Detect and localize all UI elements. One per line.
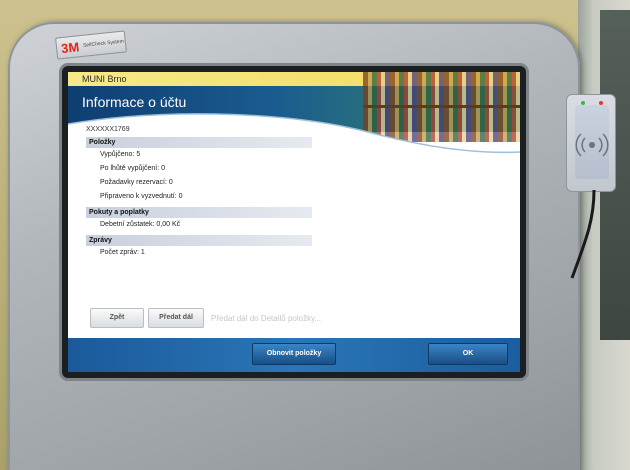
contactless-icon <box>575 133 609 157</box>
forward-button[interactable]: Předat dál <box>148 308 204 328</box>
overdue-count: Po lhůtě vypůjčení: 0 <box>100 165 165 172</box>
footer-bar: Obnovit položky OK <box>68 338 520 372</box>
reservation-requests-count: Požadavky rezervací: 0 <box>100 179 173 186</box>
fines-section: Pokuty a poplatky Debetní zůstatek: 0,00… <box>86 207 312 232</box>
reader-cable <box>570 190 596 279</box>
account-info-panel: XXXXXX1769 Položky Vypůjčeno: 5 Po lhůtě… <box>86 126 312 263</box>
messages-section: Zprávy Počet zpráv: 1 <box>86 235 312 260</box>
forward-hint: Předat dál do Detailů položky... <box>211 314 322 323</box>
library-name: MUNI Brno <box>82 74 127 84</box>
fines-section-heading: Pokuty a poplatky <box>86 207 312 218</box>
reader-face <box>575 105 609 179</box>
brand-subtitle: SelfCheck System <box>82 38 125 49</box>
ok-button[interactable]: OK <box>428 343 508 365</box>
back-button[interactable]: Zpět <box>90 308 144 328</box>
borrowed-count: Vypůjčeno: 5 <box>100 151 141 158</box>
kiosk-screen: MUNI Brno Informace o účtu XXXXXX1769 Po… <box>68 72 520 372</box>
debit-balance: Debetní zůstatek: 0,00 Kč <box>100 221 181 228</box>
items-section-heading: Položky <box>86 137 312 148</box>
refresh-items-button[interactable]: Obnovit položky <box>252 343 336 365</box>
messages-section-heading: Zprávy <box>86 235 312 246</box>
card-id: XXXXXX1769 <box>86 126 130 133</box>
ready-for-pickup-count: Připraveno k vyzvednutí: 0 <box>100 193 183 200</box>
rfid-card-reader <box>566 94 616 192</box>
brand-logo: 3M <box>60 38 80 56</box>
items-section: Položky Vypůjčeno: 5 Po lhůtě vypůjčení:… <box>86 137 312 204</box>
message-count: Počet zpráv: 1 <box>100 249 145 256</box>
